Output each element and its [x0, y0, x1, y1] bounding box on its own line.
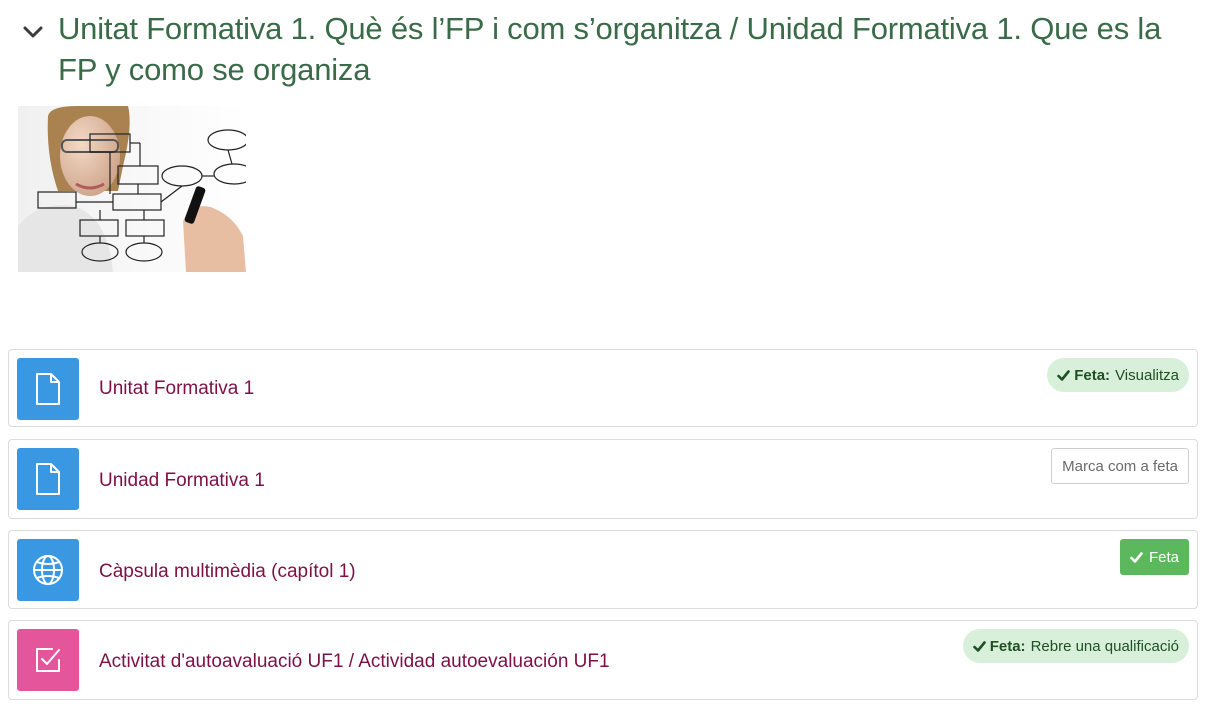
file-icon — [17, 358, 79, 420]
completion-status-badge: Feta: Rebre una qualificació — [962, 629, 1189, 663]
activity-item: Unidad Formativa 1 Marca com a feta — [8, 439, 1198, 519]
chevron-down-icon[interactable] — [22, 24, 44, 40]
status-text: Rebre una qualificació — [1030, 637, 1179, 655]
completion-status-badge: Feta: Visualitza — [1047, 358, 1189, 392]
quiz-icon — [17, 629, 79, 691]
globe-icon — [17, 539, 79, 601]
done-button[interactable]: Feta — [1119, 539, 1189, 575]
status-label: Feta: — [1074, 366, 1111, 384]
section-title: Unitat Formativa 1. Què és l’FP i com s’… — [58, 11, 1162, 87]
activity-item: Activitat d'autoavaluació UF1 / Activida… — [8, 620, 1198, 700]
status-text: Visualitza — [1115, 366, 1179, 384]
activity-link[interactable]: Activitat d'autoavaluació UF1 / Activida… — [99, 651, 610, 673]
check-icon — [972, 640, 986, 652]
status-label: Feta: — [989, 637, 1026, 655]
mark-as-done-button[interactable]: Marca com a feta — [1051, 448, 1189, 484]
done-button-label: Feta — [1148, 548, 1179, 566]
activity-item: Unitat Formativa 1 Feta: Visualitza — [8, 349, 1198, 427]
activity-link[interactable]: Unidad Formativa 1 — [99, 470, 265, 492]
check-icon — [1057, 369, 1071, 381]
activity-item: Càpsula multimèdia (capítol 1) Feta — [8, 530, 1198, 609]
file-icon — [17, 448, 79, 510]
activity-link[interactable]: Càpsula multimèdia (capítol 1) — [99, 561, 356, 583]
section-header: Unitat Formativa 1. Què és l’FP i com s’… — [18, 8, 1203, 90]
section-image — [18, 106, 246, 272]
check-icon — [1130, 551, 1143, 563]
activity-link[interactable]: Unitat Formativa 1 — [99, 378, 254, 400]
